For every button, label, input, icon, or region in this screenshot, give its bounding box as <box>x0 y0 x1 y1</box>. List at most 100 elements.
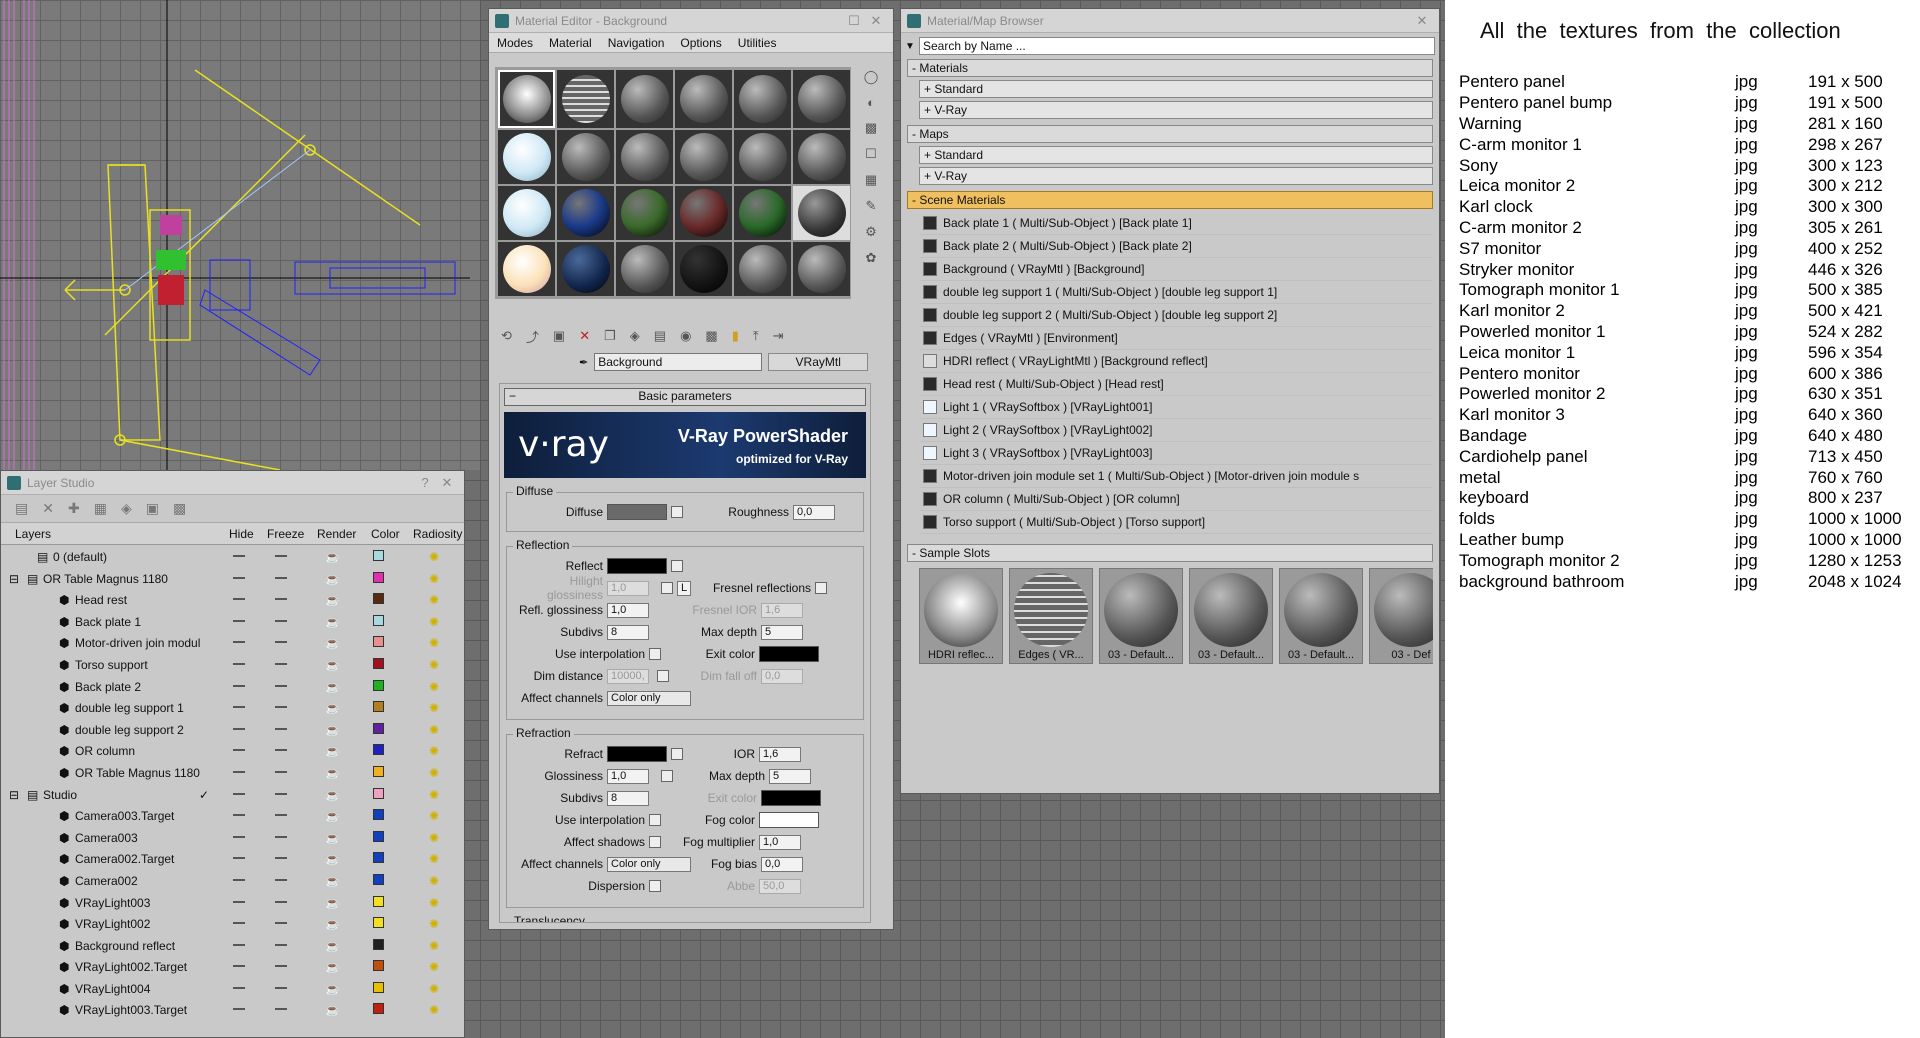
maps-standard[interactable]: + Standard <box>919 146 1433 164</box>
layer-name[interactable]: Back plate 1 <box>75 615 141 629</box>
layer-name[interactable]: Background reflect <box>75 939 175 953</box>
render-teapot-icon[interactable]: ☕ <box>325 593 340 607</box>
freeze-toggle[interactable] <box>275 1008 287 1011</box>
affect-shadows-checkbox[interactable] <box>649 836 661 848</box>
layer-color-swatch[interactable] <box>373 917 384 929</box>
freeze-toggle[interactable] <box>275 749 287 752</box>
layer-name[interactable]: VRayLight003.Target <box>75 1003 187 1017</box>
layer-name[interactable]: Motor-driven join modul <box>75 636 200 650</box>
scene-material-item[interactable]: Light 2 ( VRaySoftbox ) [VRayLight002] <box>919 419 1433 442</box>
sample-slot[interactable] <box>734 242 791 296</box>
layer-row[interactable]: ⬢ Background reflect ☕ ✺ <box>1 934 464 956</box>
col-layers[interactable]: Layers <box>15 527 51 541</box>
refr-affect-channels-dropdown[interactable]: Color only <box>607 856 691 872</box>
col-radiosity[interactable]: Radiosity <box>413 527 462 541</box>
layer-row[interactable]: ⬢ Back plate 2 ☕ ✺ <box>1 675 464 697</box>
menu-utilities[interactable]: Utilities <box>730 36 785 50</box>
layer-row[interactable]: ⊟ ▤ OR Table Magnus 1180 ☕ ✺ <box>1 567 464 589</box>
layer-name[interactable]: Camera002 <box>75 874 138 888</box>
sample-slot[interactable] <box>498 242 555 296</box>
radiosity-icon[interactable]: ✺ <box>429 572 439 586</box>
layer-row[interactable]: ⬢ Camera002.Target ☕ ✺ <box>1 847 464 869</box>
dim-distance-spinner[interactable]: 10000, <box>607 668 649 684</box>
sample-slot-thumb[interactable]: 03 - Default... <box>1189 568 1273 664</box>
radiosity-icon[interactable]: ✺ <box>429 615 439 629</box>
hide-toggle[interactable] <box>233 922 245 925</box>
sample-type-icon[interactable]: ◯ <box>859 69 883 85</box>
layer-name[interactable]: Head rest <box>75 593 127 607</box>
layer-name[interactable]: OR Table Magnus 1180 <box>75 766 200 780</box>
layer-row[interactable]: ⬢ Camera003.Target ☕ ✺ <box>1 804 464 826</box>
backlight-icon[interactable]: ◐ <box>859 95 883 110</box>
top-viewport[interactable] <box>0 0 480 470</box>
put-to-scene-icon[interactable]: ⤴ <box>526 327 539 346</box>
reflect-map-button[interactable] <box>671 560 683 572</box>
hide-toggle[interactable] <box>233 662 245 665</box>
layer-row[interactable]: ⬢ VRayLight004 ☕ ✺ <box>1 977 464 999</box>
radiosity-icon[interactable]: ✺ <box>429 874 439 888</box>
uv-tiling-icon[interactable]: ☐ <box>859 146 883 162</box>
refr-gloss-spinner[interactable]: 1,0 <box>607 768 649 784</box>
radiosity-icon[interactable]: ✺ <box>429 680 439 694</box>
radiosity-icon[interactable]: ✺ <box>429 701 439 715</box>
scene-material-item[interactable]: OR column ( Multi/Sub-Object ) [OR colum… <box>919 488 1433 511</box>
hide-toggle[interactable] <box>233 770 245 773</box>
render-teapot-icon[interactable]: ☕ <box>325 680 340 694</box>
scene-material-item[interactable]: Light 1 ( VRaySoftbox ) [VRayLight001] <box>919 396 1433 419</box>
radiosity-icon[interactable]: ✺ <box>429 939 439 953</box>
sample-slot[interactable] <box>675 242 732 296</box>
mb-close-button[interactable]: ✕ <box>1411 13 1433 29</box>
render-teapot-icon[interactable]: ☕ <box>325 874 340 888</box>
freeze-toggle[interactable] <box>275 965 287 968</box>
hide-toggle[interactable] <box>233 749 245 752</box>
scene-material-item[interactable]: Torso support ( Multi/Sub-Object ) [Tors… <box>919 511 1433 534</box>
col-color[interactable]: Color <box>371 527 400 541</box>
radiosity-icon[interactable]: ✺ <box>429 788 439 802</box>
render-teapot-icon[interactable]: ☕ <box>325 701 340 715</box>
diffuse-swatch[interactable] <box>607 504 667 520</box>
freeze-toggle[interactable] <box>275 792 287 795</box>
layer-color-swatch[interactable] <box>373 852 384 864</box>
hilight-gloss-spinner[interactable]: 1,0 <box>607 580 649 596</box>
sample-slot[interactable] <box>616 186 673 240</box>
effects-icon[interactable]: ◉ <box>680 328 691 344</box>
unique-icon[interactable]: ◈ <box>630 328 640 344</box>
scene-material-item[interactable]: Head rest ( Multi/Sub-Object ) [Head res… <box>919 373 1433 396</box>
render-teapot-icon[interactable]: ☕ <box>325 939 340 953</box>
freeze-toggle[interactable] <box>275 814 287 817</box>
reset-icon[interactable]: ✕ <box>579 328 590 344</box>
scene-material-item[interactable]: Back plate 2 ( Multi/Sub-Object ) [Back … <box>919 235 1433 258</box>
freeze-toggle[interactable] <box>275 684 287 687</box>
layer-color-swatch[interactable] <box>373 614 384 626</box>
scene-material-item[interactable]: Light 3 ( VRaySoftbox ) [VRayLight003] <box>919 442 1433 465</box>
layer-row[interactable]: ⬢ Camera003 ☕ ✺ <box>1 826 464 848</box>
hilight-lock-button[interactable]: L <box>677 580 691 596</box>
get-material-icon[interactable]: ⟲ <box>501 328 512 344</box>
fog-color-swatch[interactable] <box>759 812 819 828</box>
hide-toggle[interactable] <box>233 1008 245 1011</box>
hide-toggle[interactable] <box>233 943 245 946</box>
layer-row[interactable]: ⬢ double leg support 2 ☕ ✺ <box>1 718 464 740</box>
hide-toggle[interactable] <box>233 555 245 557</box>
scene-materials-header[interactable]: - Scene Materials <box>907 191 1433 209</box>
options-icon[interactable]: ⚙ <box>859 224 883 240</box>
scene-material-item[interactable]: HDRI reflect ( VRayLightMtl ) [Backgroun… <box>919 350 1433 373</box>
render-teapot-icon[interactable]: ☕ <box>325 896 340 910</box>
menu-modes[interactable]: Modes <box>489 36 541 50</box>
refract-map-button[interactable] <box>671 748 683 760</box>
materials-vray[interactable]: + V-Ray <box>919 101 1433 119</box>
render-teapot-icon[interactable]: ☕ <box>325 766 340 780</box>
hide-toggle[interactable] <box>233 986 245 989</box>
close-button[interactable]: ✕ <box>436 475 458 491</box>
layer-row[interactable]: ⬢ OR column ☕ ✺ <box>1 739 464 761</box>
sample-slots-header[interactable]: - Sample Slots <box>907 544 1433 562</box>
radiosity-icon[interactable]: ✺ <box>429 960 439 974</box>
sample-slot[interactable] <box>616 130 673 184</box>
select-icon[interactable]: ▦ <box>94 500 107 517</box>
material-editor-window[interactable]: Material Editor - Background ☐ ✕ Modes M… <box>488 8 894 930</box>
copy-icon[interactable]: ❐ <box>604 328 616 344</box>
dim-falloff-spinner[interactable]: 0,0 <box>761 668 803 684</box>
sample-slot[interactable] <box>734 130 791 184</box>
help-button[interactable]: ? <box>414 475 436 490</box>
assign-icon[interactable]: ▣ <box>553 328 565 344</box>
